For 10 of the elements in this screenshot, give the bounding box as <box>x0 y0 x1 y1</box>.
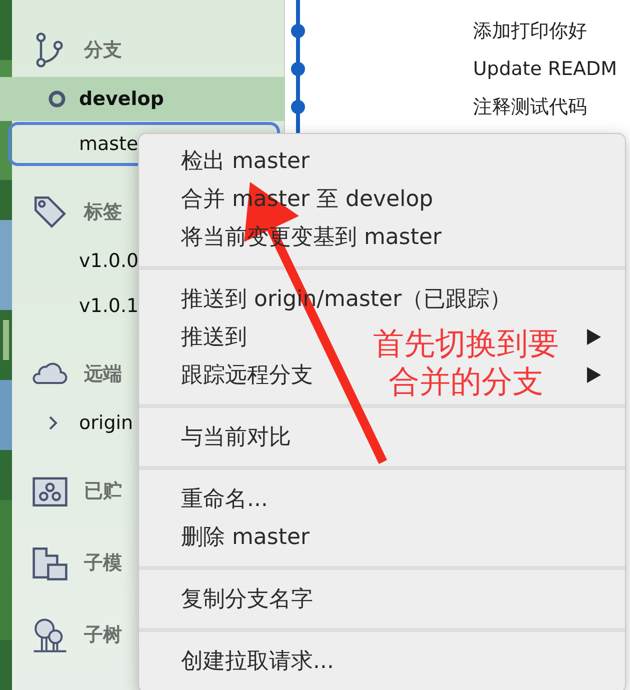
commit-message: Update READM <box>473 57 618 82</box>
section-header: 远端 <box>84 362 122 387</box>
commit-message: 添加打印你好 <box>473 19 588 44</box>
section-header: 子模 <box>84 551 122 576</box>
section-header: 已贮 <box>84 479 122 504</box>
annotation-text: 首先切换到要合并的分支 <box>372 325 560 401</box>
section-header: 分支 <box>84 38 122 63</box>
commit-message: 注释测试代码 <box>473 95 588 120</box>
section-header: 子树 <box>84 623 122 648</box>
section-header: 标签 <box>84 200 122 225</box>
